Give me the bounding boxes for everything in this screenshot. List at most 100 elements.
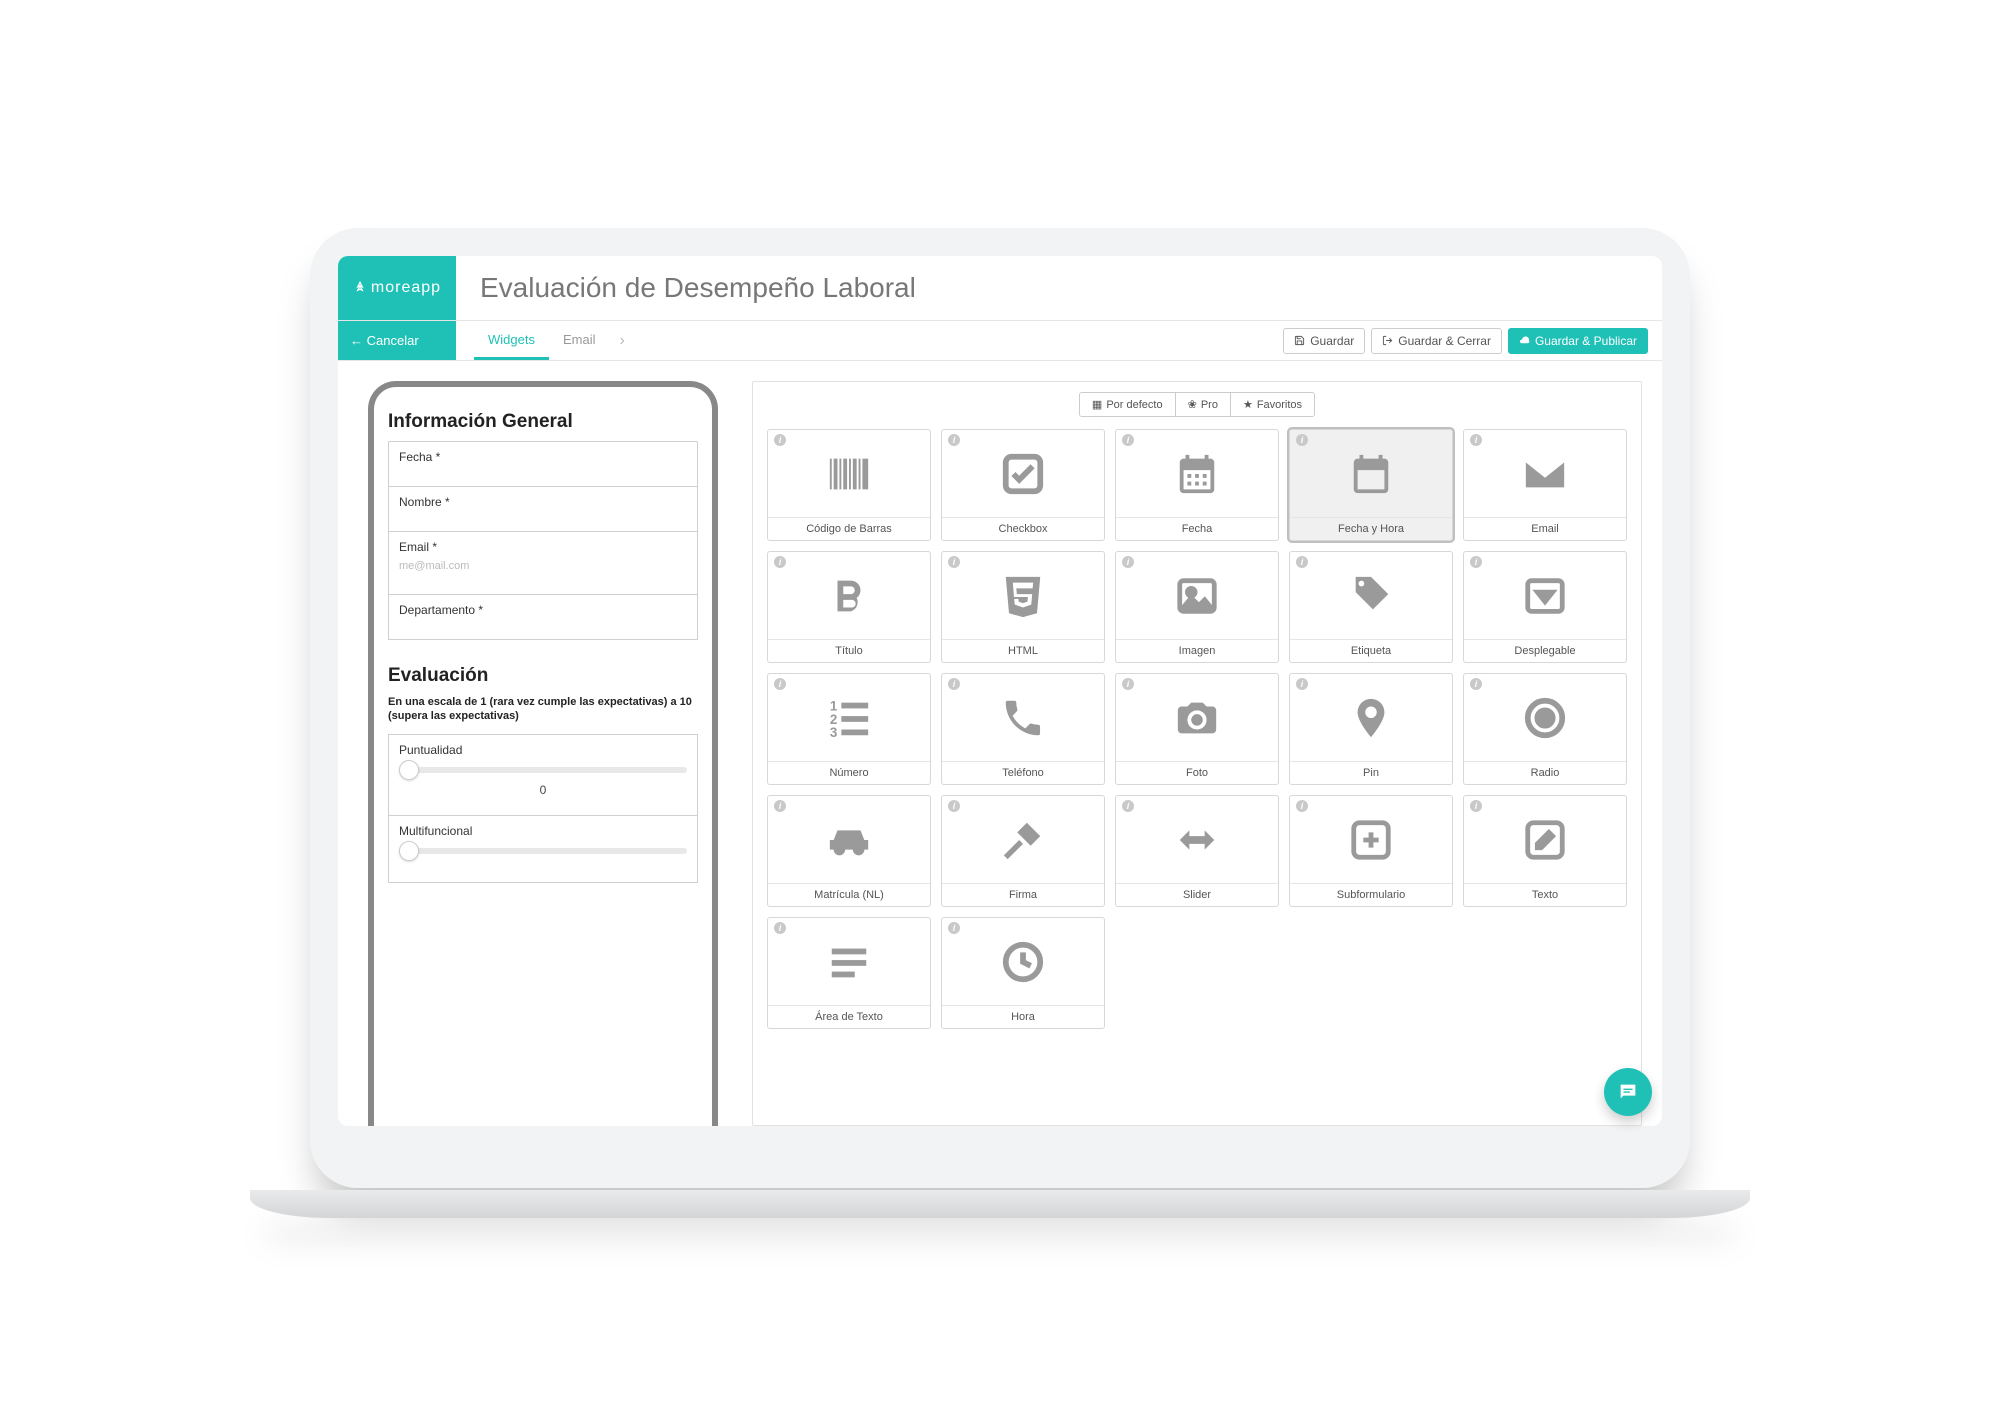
widget-email[interactable]: i Email bbox=[1463, 429, 1627, 541]
info-icon[interactable]: i bbox=[774, 678, 786, 690]
info-icon[interactable]: i bbox=[774, 922, 786, 934]
widget-textarea[interactable]: i Área de Texto bbox=[767, 917, 931, 1029]
info-icon[interactable]: i bbox=[1470, 434, 1482, 446]
toolbar: ← Cancelar Widgets Email › Guardar Guard… bbox=[338, 321, 1662, 361]
field-fecha[interactable]: Fecha * bbox=[388, 441, 698, 487]
save-close-button[interactable]: Guardar & Cerrar bbox=[1371, 328, 1502, 354]
info-icon[interactable]: i bbox=[948, 800, 960, 812]
calendar-icon bbox=[1174, 430, 1220, 517]
html5-icon bbox=[1000, 552, 1046, 639]
slider-track[interactable] bbox=[399, 848, 687, 854]
widget-label: Matrícula (NL) bbox=[768, 883, 930, 906]
bold-icon bbox=[826, 552, 872, 639]
info-icon[interactable]: i bbox=[1296, 556, 1308, 568]
form-preview: Información General Fecha * Nombre * Ema… bbox=[368, 381, 718, 1126]
tab-widgets[interactable]: Widgets bbox=[474, 321, 549, 360]
clock-icon bbox=[1000, 918, 1046, 1005]
field-departamento[interactable]: Departamento * bbox=[388, 594, 698, 640]
filter-favorites[interactable]: ★Favoritos bbox=[1231, 393, 1314, 416]
widget-signature[interactable]: i Firma bbox=[941, 795, 1105, 907]
save-publish-button[interactable]: Guardar & Publicar bbox=[1508, 328, 1648, 354]
widget-label: Código de Barras bbox=[768, 517, 930, 540]
widget-slider[interactable]: i Slider bbox=[1115, 795, 1279, 907]
widget-checkbox[interactable]: i Checkbox bbox=[941, 429, 1105, 541]
save-icon bbox=[1294, 335, 1305, 346]
info-icon[interactable]: i bbox=[774, 800, 786, 812]
info-icon[interactable]: i bbox=[1122, 434, 1134, 446]
widget-label: Email bbox=[1464, 517, 1626, 540]
widget-barcode[interactable]: i Código de Barras bbox=[767, 429, 931, 541]
widget-datetime[interactable]: i Fecha y Hora bbox=[1289, 429, 1453, 541]
brand-name: moreapp bbox=[371, 279, 441, 297]
info-icon[interactable]: i bbox=[1470, 556, 1482, 568]
slider-multifuncional[interactable]: Multifuncional bbox=[388, 815, 698, 883]
info-icon[interactable]: i bbox=[1470, 800, 1482, 812]
widgets-palette: ▦Por defecto ❀Pro ★Favoritos i Código de… bbox=[752, 381, 1642, 1126]
brand-logo[interactable]: moreapp bbox=[338, 256, 456, 320]
widget-licenseplate[interactable]: i Matrícula (NL) bbox=[767, 795, 931, 907]
leaf-icon bbox=[353, 281, 367, 295]
widget-image[interactable]: i Imagen bbox=[1115, 551, 1279, 663]
star-icon: ★ bbox=[1243, 398, 1253, 411]
filter-pro[interactable]: ❀Pro bbox=[1176, 393, 1231, 416]
grid-icon: ▦ bbox=[1092, 398, 1102, 411]
field-nombre[interactable]: Nombre * bbox=[388, 486, 698, 532]
widget-label: Desplegable bbox=[1464, 639, 1626, 662]
info-icon[interactable]: i bbox=[1296, 678, 1308, 690]
filter-default[interactable]: ▦Por defecto bbox=[1080, 393, 1176, 416]
info-icon[interactable]: i bbox=[948, 434, 960, 446]
widget-dropdown[interactable]: i Desplegable bbox=[1463, 551, 1627, 663]
widget-label: Título bbox=[768, 639, 930, 662]
widget-label: Fecha y Hora bbox=[1290, 517, 1452, 540]
leaf-icon: ❀ bbox=[1188, 398, 1197, 411]
widget-pin[interactable]: i Pin bbox=[1289, 673, 1453, 785]
slider-puntualidad[interactable]: Puntualidad 0 bbox=[388, 734, 698, 816]
widget-label: Imagen bbox=[1116, 639, 1278, 662]
info-icon[interactable]: i bbox=[1296, 434, 1308, 446]
widget-label: Radio bbox=[1464, 761, 1626, 784]
tabs-next-icon[interactable]: › bbox=[609, 321, 634, 360]
widget-radio[interactable]: i Radio bbox=[1463, 673, 1627, 785]
widget-label[interactable]: i Etiqueta bbox=[1289, 551, 1453, 663]
slider-thumb[interactable] bbox=[399, 841, 419, 861]
widget-date[interactable]: i Fecha bbox=[1115, 429, 1279, 541]
page-title: Evaluación de Desempeño Laboral bbox=[456, 256, 1662, 320]
info-icon[interactable]: i bbox=[948, 922, 960, 934]
cancel-label: Cancelar bbox=[367, 333, 419, 348]
arrows-horizontal-icon bbox=[1174, 796, 1220, 883]
info-icon[interactable]: i bbox=[948, 678, 960, 690]
calendar-blank-icon bbox=[1348, 430, 1394, 517]
save-publish-label: Guardar & Publicar bbox=[1535, 334, 1637, 348]
dropdown-icon bbox=[1522, 552, 1568, 639]
info-icon[interactable]: i bbox=[774, 434, 786, 446]
widget-time[interactable]: i Hora bbox=[941, 917, 1105, 1029]
slider-thumb[interactable] bbox=[399, 760, 419, 780]
widget-photo[interactable]: i Foto bbox=[1115, 673, 1279, 785]
field-email[interactable]: Email * me@mail.com bbox=[388, 531, 698, 595]
widget-label: Pin bbox=[1290, 761, 1452, 784]
barcode-icon bbox=[826, 430, 872, 517]
info-icon[interactable]: i bbox=[1122, 800, 1134, 812]
cancel-button[interactable]: ← Cancelar bbox=[338, 321, 456, 360]
info-icon[interactable]: i bbox=[1470, 678, 1482, 690]
widget-phone[interactable]: i Teléfono bbox=[941, 673, 1105, 785]
info-icon[interactable]: i bbox=[948, 556, 960, 568]
widget-text[interactable]: i Texto bbox=[1463, 795, 1627, 907]
edit-icon bbox=[1522, 796, 1568, 883]
checkbox-icon bbox=[1000, 430, 1046, 517]
chat-button[interactable] bbox=[1604, 1068, 1652, 1116]
widget-html[interactable]: i HTML bbox=[941, 551, 1105, 663]
image-icon bbox=[1174, 552, 1220, 639]
scale-note: En una escala de 1 (rara vez cumple las … bbox=[388, 695, 698, 724]
info-icon[interactable]: i bbox=[1296, 800, 1308, 812]
save-button[interactable]: Guardar bbox=[1283, 328, 1365, 354]
widget-subform[interactable]: i Subformulario bbox=[1289, 795, 1453, 907]
info-icon[interactable]: i bbox=[1122, 678, 1134, 690]
save-label: Guardar bbox=[1310, 334, 1354, 348]
widget-number[interactable]: i 123 Número bbox=[767, 673, 931, 785]
info-icon[interactable]: i bbox=[774, 556, 786, 568]
tab-email[interactable]: Email bbox=[549, 321, 610, 360]
info-icon[interactable]: i bbox=[1122, 556, 1134, 568]
slider-track[interactable] bbox=[399, 767, 687, 773]
widget-title[interactable]: i Título bbox=[767, 551, 931, 663]
